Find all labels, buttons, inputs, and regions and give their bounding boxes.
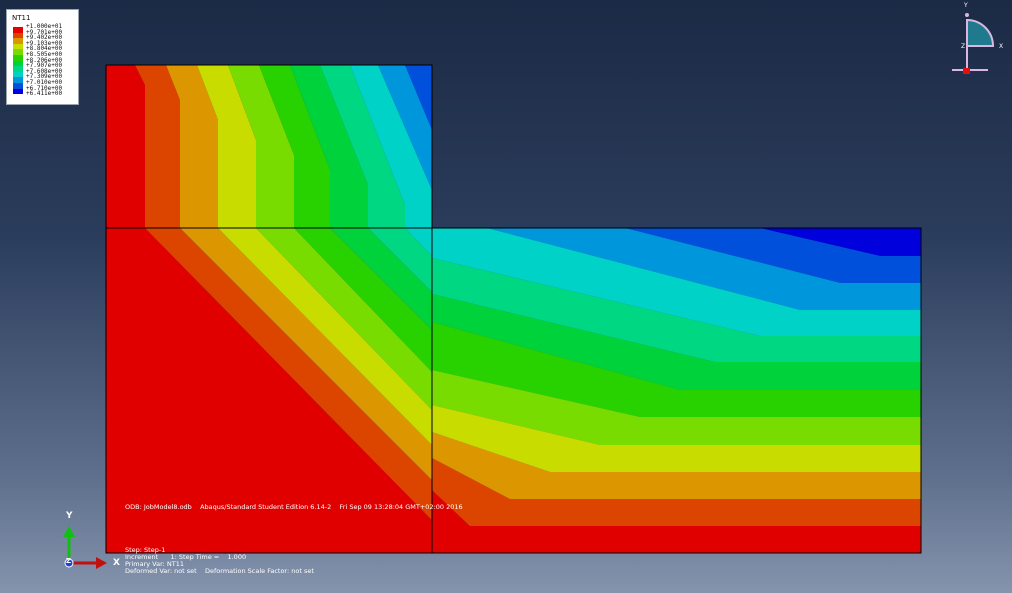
triad-x-label: X: [113, 558, 120, 568]
view-x-label: X: [999, 43, 1004, 50]
band-red: [106, 65, 145, 228]
deformed-var-info: Deformed Var: not set Deformation Scale …: [125, 567, 314, 575]
legend-swatch: [13, 88, 23, 95]
triad-z-label: Z: [66, 557, 72, 565]
view-y-label: Y: [964, 2, 968, 9]
triad-y-label: Y: [66, 511, 73, 521]
contour-plot-right: [432, 228, 921, 553]
legend-color-swatches: [13, 27, 23, 95]
legend-title: NT11: [12, 14, 31, 22]
view-orientation-widget[interactable]: [952, 13, 995, 74]
legend-value: +6.411e+00: [26, 90, 63, 98]
odb-info: ODB: JobModel8.odb Abaqus/Standard Stude…: [125, 503, 463, 511]
contour-plot-upper-left: [106, 65, 432, 228]
y-arrow-icon: [63, 526, 75, 537]
legend-values: +1.000e+01 +9.701e+00 +9.402e+00 +9.103e…: [26, 24, 62, 97]
contour-legend: NT11 +1.000e+01 +9.701e+00 +9.402e+00 +9…: [6, 9, 79, 105]
x-arrow-icon: [96, 557, 107, 569]
view-z-label: Z: [961, 43, 966, 50]
